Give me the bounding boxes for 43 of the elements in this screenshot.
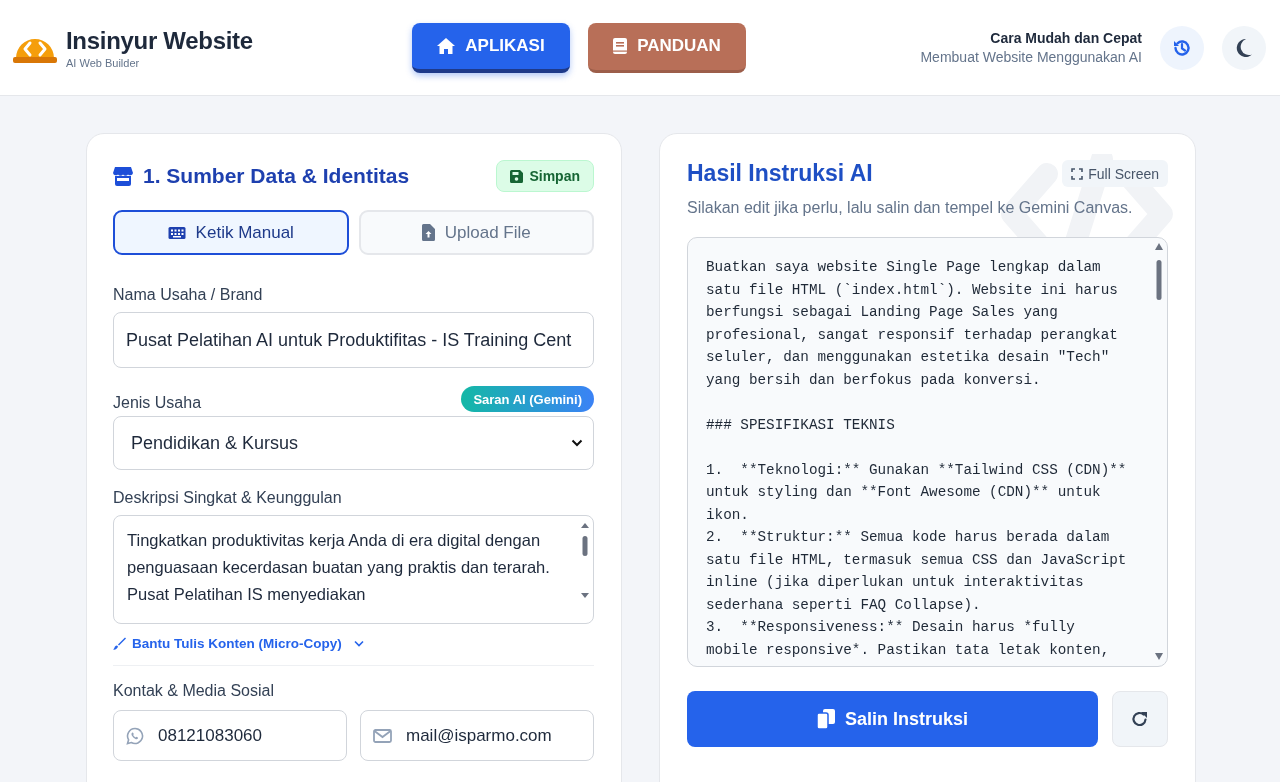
- field-label: Nama Usaha / Brand: [113, 286, 264, 304]
- moon-icon: [1236, 38, 1252, 57]
- file-upload-icon: [421, 224, 435, 241]
- brush-icon: [113, 637, 126, 650]
- writing-helper-toggle[interactable]: Bantu Tulis Konten (Micro-Copy): [113, 636, 364, 651]
- tagline-subtitle: Membuat Website Menggunakan AI: [920, 49, 1142, 65]
- panel-title: 1. Sumber Data & Identitas: [143, 164, 410, 188]
- regenerate-button[interactable]: [1112, 691, 1168, 747]
- keyboard-icon: [167, 225, 186, 240]
- input-mode-tab[interactable]: Ketik Manual: [113, 210, 349, 255]
- field-label: Deskripsi Singkat & Keunggulan: [113, 489, 343, 507]
- redo-icon: [1131, 710, 1149, 728]
- brand-title: Insinyur Website: [66, 26, 253, 55]
- store-icon: [113, 166, 133, 186]
- prompt-textarea[interactable]: Buatkan saya website Single Page lengkap dalam satu file HTML (`index.html`). Website ini harus berfungsi sebagai Landing Page Sales yang profesional, sangat responsif terhadap perangkat seluler, dan menggunakan estetika desain "Tech" yang bersih dan berfokus pada konversi. ### SPESIFIKASI TEKNIS 1. **Teknologi:** Gunakan **Tailwind CSS (CDN)** untuk styling dan **Font Awesome (CDN)** untuk ikon. 2. **Struktur:** Semua kode harus berada dalam satu file HTML, termasuk semua CSS dan JavaScript inline (jika diperlukan untuk interaktivitas sederhana seperti FAQ Collapse). 3. **Responsiveness:** Desain harus *fully mobile responsive*. Pastikan tata letak konten,: [687, 237, 1168, 667]
- fullscreen-button[interactable]: Full Screen: [1062, 160, 1168, 187]
- home-icon: [437, 37, 456, 54]
- copy-instructions-button[interactable]: Salin Instruksi: [687, 691, 1098, 747]
- theme-toggle-button[interactable]: [1222, 25, 1266, 70]
- chevron-icon: [353, 640, 364, 647]
- panel-hint: Silakan edit jika perlu, lalu salin dan tempel ke Gemini Canvas.: [687, 199, 1134, 217]
- history-icon: [1172, 37, 1192, 58]
- input-mode-tab[interactable]: Upload File: [358, 210, 594, 255]
- save-button[interactable]: Simpan: [496, 160, 594, 192]
- business-name-field[interactable]: Pusat Pelatihan AI untuk Produktifitas - IS Training Cent: [113, 312, 594, 368]
- nav-tab[interactable]: APLIKASI: [412, 22, 570, 73]
- nav-tab[interactable]: PANDUAN: [588, 22, 746, 73]
- panel-title: Hasil Instruksi AI: [687, 160, 873, 187]
- whatsapp-icon: [126, 726, 144, 745]
- tagline-title: Cara Mudah dan Cepat: [989, 30, 1142, 46]
- expand-icon: [1071, 167, 1084, 180]
- contact-field[interactable]: 08121083060: [113, 710, 347, 761]
- brand-subtitle: AI Web Builder: [66, 56, 141, 69]
- copy-icon: [816, 709, 835, 729]
- mail-icon: [373, 728, 392, 743]
- contact-field[interactable]: mail@isparmo.com: [360, 710, 594, 761]
- field-label: Jenis Usaha: [113, 394, 202, 412]
- book-icon: [613, 38, 628, 54]
- business-type-dropdown[interactable]: Pendidikan & Kursus: [113, 416, 594, 470]
- field-label: Kontak & Media Sosial: [113, 682, 275, 700]
- chevron-down-icon: [571, 439, 583, 447]
- history-button[interactable]: [1160, 25, 1204, 70]
- description-textarea[interactable]: Tingkatkan produktivitas kerja Anda di era digital dengan penguasaan kecerdasan buatan yang praktis dan terarah. Pusat Pelatihan IS menyediakan: [113, 515, 594, 624]
